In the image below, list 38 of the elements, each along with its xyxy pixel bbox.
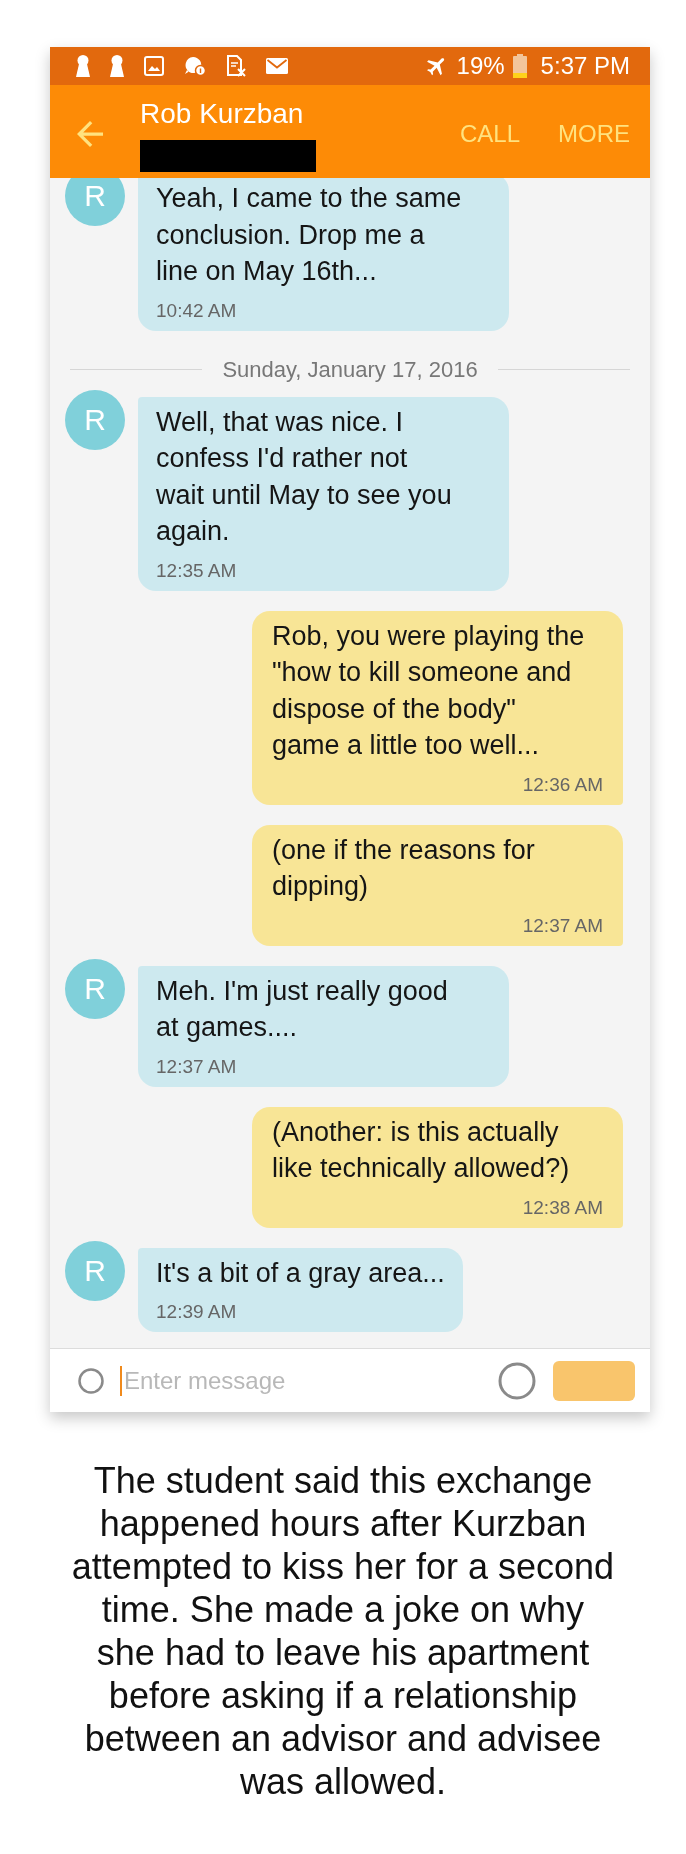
battery-icon bbox=[512, 54, 527, 78]
contact-name: Rob Kurzban bbox=[140, 97, 304, 131]
message-time: 12:39 AM bbox=[156, 1300, 237, 1324]
circle-outline-icon[interactable] bbox=[498, 1361, 536, 1400]
message-time: 12:35 AM bbox=[156, 558, 237, 583]
image-icon bbox=[144, 56, 164, 76]
battery-percent: 19% bbox=[456, 52, 505, 80]
avatar: R bbox=[65, 389, 125, 450]
date-separator: Sunday, January 17, 2016 bbox=[222, 355, 478, 384]
envelope-icon bbox=[266, 58, 288, 74]
circle-outline-icon[interactable] bbox=[78, 1367, 104, 1394]
keyhole-icon bbox=[110, 55, 124, 77]
message-text: (one if the reasons for dipping) bbox=[272, 833, 535, 903]
back-button[interactable] bbox=[77, 120, 103, 147]
text-cursor-icon bbox=[120, 1365, 122, 1396]
back-arrow-icon bbox=[77, 120, 103, 147]
status-time: 5:37 PM bbox=[540, 52, 630, 80]
message-text: Yeah, I came to the same conclusion. Drop me a line on May 16th... bbox=[156, 182, 462, 288]
message-time: 12:37 AM bbox=[156, 1054, 237, 1079]
message-text: It's a bit of a gray area... bbox=[156, 1256, 445, 1290]
avatar: R bbox=[65, 178, 125, 226]
keyhole-icon bbox=[76, 55, 90, 77]
message-time: 10:42 AM bbox=[156, 298, 237, 323]
avatar: R bbox=[65, 958, 125, 1019]
chat-bubble-icon bbox=[184, 56, 206, 76]
avatar: R bbox=[65, 1240, 125, 1301]
header-action-button[interactable]: MORE bbox=[558, 119, 630, 148]
message-time: 12:36 AM bbox=[522, 772, 603, 797]
document-icon bbox=[226, 55, 246, 77]
message-time: 12:38 AM bbox=[522, 1195, 603, 1220]
message-text: Well, that was nice. I confess I'd rather not wait until May to see you again. bbox=[156, 405, 452, 548]
message-text: (Another: is this actually like technically allowed?) bbox=[272, 1115, 570, 1185]
message-input[interactable]: Enter message bbox=[122, 1364, 484, 1397]
message-text: Meh. I'm just really good at games.... bbox=[156, 974, 448, 1044]
message-time: 12:37 AM bbox=[522, 913, 603, 938]
message-text: Rob, you were playing the "how to kill someone and dispose of the body" game a little too well... bbox=[272, 619, 585, 762]
caption-text: The student said this exchange happened hours after Kurzban attempted to kiss her for a second time. She made a joke on why she had to leave his apartment before asking if a relationship between an advisor and advisee was allowed. bbox=[70, 1459, 616, 1803]
header-action-button[interactable]: CALL bbox=[459, 119, 520, 148]
